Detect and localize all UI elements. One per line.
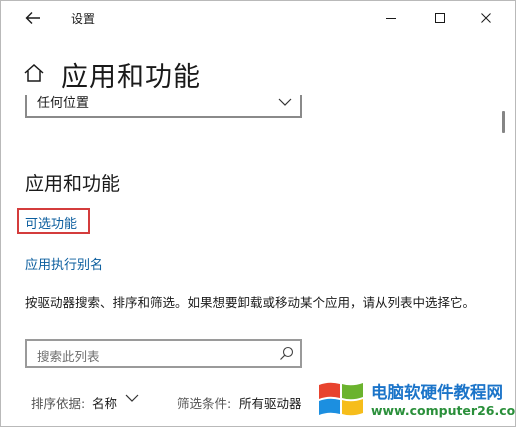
page-header: 应用和功能 [1,49,515,97]
back-arrow-icon [25,12,40,24]
section-title: 应用和功能 [25,173,121,195]
search-input[interactable]: 搜索此列表 [25,339,302,368]
watermark-site-name: 电脑软硬件教程网 [371,383,503,402]
minimize-button[interactable] [373,5,409,31]
home-icon[interactable] [23,63,45,83]
windows-logo-icon [319,382,363,416]
search-icon [280,346,294,360]
title-bar: 设置 [1,1,515,35]
watermark: 电脑软硬件教程网 www.computer26.com [311,376,515,426]
chevron-down-icon [278,98,292,106]
back-button[interactable] [19,7,47,29]
scrollbar-thumb[interactable] [502,111,505,133]
watermark-url: www.computer26.com [371,403,516,418]
sort-dropdown[interactable]: 名称 [92,393,117,412]
close-icon [481,13,491,23]
filter-dropdown[interactable]: 所有驱动器 [239,393,302,412]
chevron-down-icon[interactable] [125,394,139,403]
close-button[interactable] [468,5,504,31]
maximize-icon [435,13,445,23]
sort-label: 排序依据: [31,396,86,411]
minimize-icon [386,18,396,19]
dropdown-value: 任何位置 [37,96,90,111]
optional-features-label: 可选功能 [25,217,78,232]
maximize-button[interactable] [422,5,458,31]
window-title: 设置 [71,12,96,26]
settings-window: 设置 应用和功能 任何位置 应用和功能 可选功能 应用执行别名 按驱动器搜索、排… [0,0,516,427]
optional-features-link[interactable]: 可选功能 [17,208,90,234]
filter-label: 筛选条件: [177,396,232,411]
page-title: 应用和功能 [61,62,201,93]
search-placeholder: 搜索此列表 [37,349,100,364]
description-text: 按驱动器搜索、排序和筛选。如果想要卸载或移动某个应用，请从列表中选择它。 [25,295,476,310]
location-dropdown[interactable]: 任何位置 [25,95,302,118]
app-execution-alias-link[interactable]: 应用执行别名 [25,254,103,273]
